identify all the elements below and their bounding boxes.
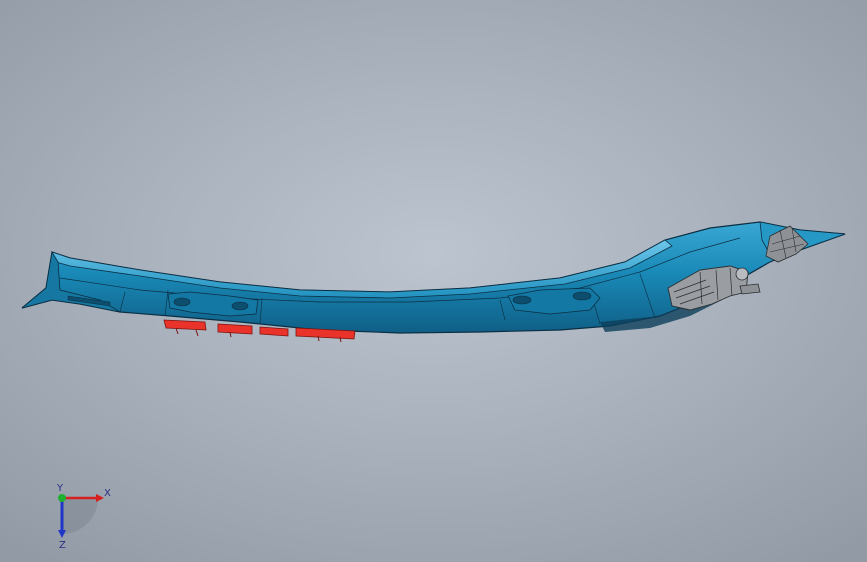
triad-quarter-disc — [62, 498, 98, 534]
graphics-viewport[interactable]: X Y Z — [0, 0, 867, 562]
bracket-arm — [739, 283, 761, 295]
triad-z-label: Z — [59, 540, 66, 550]
triad-x-label: X — [104, 488, 111, 499]
red-clip[interactable] — [217, 323, 253, 335]
trim-pocket-hole — [512, 295, 532, 305]
red-clip[interactable] — [259, 326, 289, 337]
cad-model-canvas[interactable] — [0, 0, 867, 562]
triad-y-label: Y — [56, 483, 64, 494]
triad-z-arrow-icon — [58, 530, 66, 538]
trim-pocket-hole — [173, 297, 191, 307]
orientation-triad[interactable]: X Y Z — [40, 480, 120, 550]
bracket-boss — [735, 267, 749, 281]
triad-y-axis-dot — [58, 494, 66, 502]
trim-pocket-hole — [231, 301, 249, 311]
triad-x-arrow-icon — [96, 494, 104, 502]
trim-pocket-hole — [572, 291, 592, 301]
red-clip[interactable] — [163, 319, 207, 331]
